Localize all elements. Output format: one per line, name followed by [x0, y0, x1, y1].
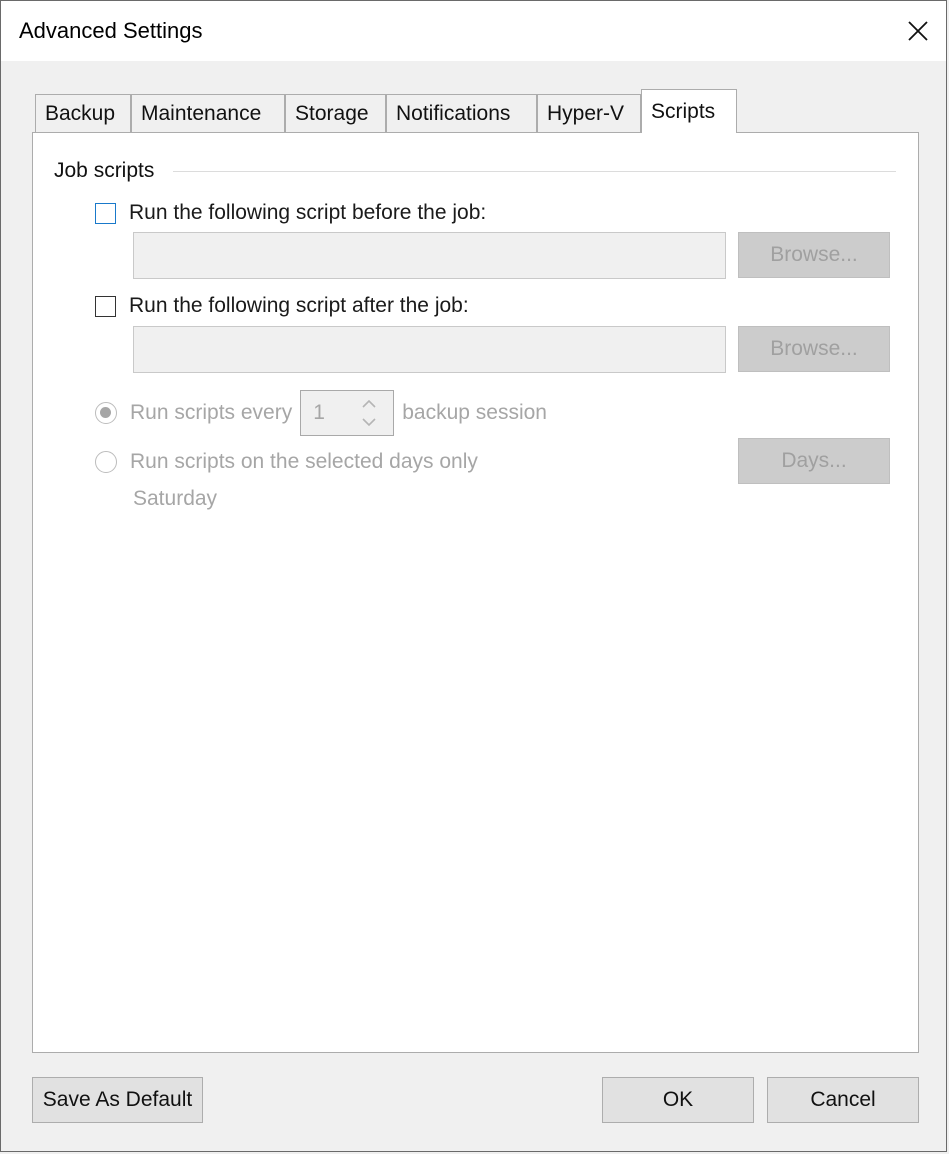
- title-bar: Advanced Settings: [1, 1, 946, 61]
- after-script-checkbox[interactable]: [95, 295, 116, 317]
- run-every-label: Run scripts every: [130, 401, 293, 424]
- tab-storage[interactable]: Storage: [285, 94, 386, 132]
- run-selected-days-option[interactable]: Run scripts on the selected days only: [95, 450, 478, 474]
- cancel-button[interactable]: Cancel: [767, 1077, 919, 1123]
- before-script-label: Run the following script before the job:: [129, 201, 487, 224]
- after-script-option[interactable]: Run the following script after the job:: [95, 294, 469, 318]
- close-button[interactable]: [898, 11, 938, 51]
- save-as-default-button[interactable]: Save As Default: [32, 1077, 203, 1123]
- run-every-session-radio[interactable]: [95, 402, 117, 424]
- ok-button[interactable]: OK: [602, 1077, 754, 1123]
- dialog-title: Advanced Settings: [19, 18, 203, 43]
- run-every-session-option[interactable]: Run scripts every 1 backup session: [95, 390, 547, 436]
- after-script-path-input[interactable]: [133, 326, 726, 373]
- job-scripts-group-label: Job scripts: [54, 159, 155, 182]
- selected-days-text: Saturday: [133, 487, 218, 510]
- advanced-settings-dialog: Advanced Settings Backup Maintenance Sto…: [0, 0, 947, 1152]
- tab-maintenance[interactable]: Maintenance: [131, 94, 285, 132]
- after-script-browse-button[interactable]: Browse...: [738, 326, 890, 372]
- before-script-browse-button[interactable]: Browse...: [738, 232, 890, 278]
- run-selected-days-radio[interactable]: [95, 451, 117, 473]
- backup-session-label: backup session: [402, 401, 547, 424]
- session-count-spinner[interactable]: 1: [300, 390, 395, 436]
- scripts-tab-panel: Job scripts Run the following script bef…: [32, 132, 919, 1053]
- group-divider: [173, 171, 896, 172]
- before-script-checkbox[interactable]: [95, 202, 116, 224]
- before-script-option[interactable]: Run the following script before the job:: [95, 201, 486, 225]
- tab-backup[interactable]: Backup: [35, 94, 131, 132]
- close-icon: [908, 21, 928, 41]
- spinner-arrows-icon[interactable]: [359, 395, 379, 431]
- session-count-value: 1: [313, 401, 325, 424]
- before-script-path-input[interactable]: [133, 232, 726, 279]
- tab-scripts[interactable]: Scripts: [641, 89, 737, 133]
- tab-notifications[interactable]: Notifications: [386, 94, 537, 132]
- after-script-label: Run the following script after the job:: [129, 294, 469, 317]
- run-selected-days-label: Run scripts on the selected days only: [130, 450, 478, 473]
- days-button[interactable]: Days...: [738, 438, 890, 484]
- tab-hyper-v[interactable]: Hyper-V: [537, 94, 641, 132]
